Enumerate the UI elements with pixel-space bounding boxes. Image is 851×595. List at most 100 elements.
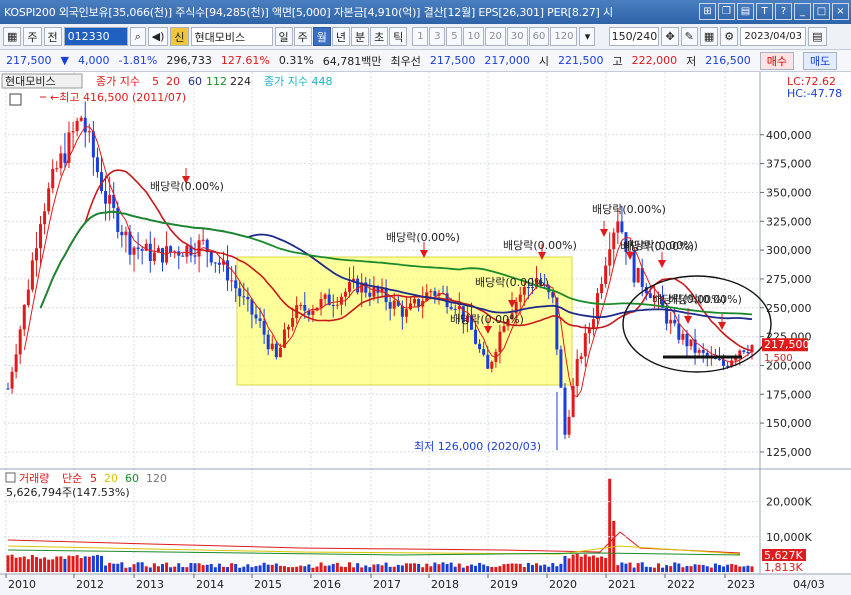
volume-ratio: 127.61% [220,54,270,67]
volume-bar [14,557,18,572]
edit-icon[interactable]: ✎ [680,27,698,46]
period-tab[interactable]: 일 [274,27,293,46]
volume-bar [392,566,396,572]
price-chart[interactable]: 배당락(0.00%) 배당락(0.00%) 배당락(0.00%) 배당락(0.00%)… [0,72,851,595]
period-tab[interactable]: 주 [293,27,312,46]
volume-bar [83,556,87,572]
interval-tab[interactable]: 1 [412,27,429,46]
volume-bar [6,555,10,572]
prev-button[interactable]: 전 [43,27,62,46]
y-tick-label: 125,000 [766,446,812,459]
type-select[interactable]: 주 [23,27,42,46]
candle-body [34,248,38,261]
x-tick-label: 2015 [254,578,282,591]
volume-bar [315,566,319,572]
calendar-icon[interactable]: ▤ [808,27,827,46]
print-icon[interactable]: ▤ [737,3,754,20]
volume-toggle-icon[interactable] [5,472,16,483]
candle-body [474,329,478,344]
candle-body [14,354,18,372]
candle-body [63,153,67,163]
font-icon[interactable]: T [756,3,773,20]
volume-bar [522,567,526,572]
interval-tab[interactable]: 120 [550,27,578,46]
layout-icon[interactable]: ▦ [699,27,719,46]
candle-body [262,320,266,335]
volume-bar [100,555,104,572]
volume-bar [343,566,347,572]
volume-bar [348,562,352,572]
grid-icon[interactable]: ▦ [3,27,22,46]
close-icon[interactable]: × [832,3,849,20]
volume-bar [400,565,404,572]
legend-toggle-icon[interactable] [9,93,22,106]
interval-tab[interactable]: 5 [446,27,463,46]
maximize-icon[interactable]: □ [813,3,830,20]
help-icon[interactable]: ? [775,3,792,20]
candle-body [518,294,522,302]
period-tab[interactable]: 년 [331,27,351,46]
dropdown-icon[interactable]: ▾ [579,27,596,46]
candle-body [287,326,291,330]
minimize-icon[interactable]: _ [794,3,811,20]
link-icon[interactable]: ⊞ [699,3,716,20]
volume-bar [327,565,331,572]
period-tab[interactable]: 월 [312,27,331,46]
copy-icon[interactable]: ❐ [718,3,735,20]
period-tab[interactable]: 틱 [389,27,408,46]
search-icon[interactable]: ⌕ [129,27,146,46]
candle-body [71,131,75,133]
interval-tab[interactable]: 10 [463,27,485,46]
stock-code-input[interactable]: 012330 [63,27,128,46]
period-tab[interactable]: 초 [370,27,389,46]
settings-icon[interactable]: ⚙ [720,27,739,46]
volume-bar [136,562,140,572]
period-tab[interactable]: 분 [351,27,370,46]
volume-bar [26,559,30,572]
volume-bar [717,564,721,572]
volume-bar [75,555,79,572]
candle-body [95,157,99,173]
volume-bar [425,563,429,572]
tool-icon[interactable]: ✥ [661,27,679,46]
candle-body [681,333,685,340]
candle-body [299,304,303,306]
interval-tab[interactable]: 60 [528,27,550,46]
quote-bar: 217,500 ▼ 4,000 -1.81% 296,733 127.61% 0… [0,50,851,72]
candle-body [579,356,583,359]
candle-body [323,294,327,299]
candle-body [226,260,230,281]
interval-tab[interactable]: 30 [506,27,528,46]
candle-body [181,255,185,257]
volume-bar [750,566,754,572]
volume-bar [697,564,701,572]
candle-body [408,303,412,310]
volume-bar [669,566,673,572]
sound-icon[interactable]: ◀) [147,27,169,46]
new-badge[interactable]: 신 [170,27,189,46]
volume-bar [461,567,465,572]
count-field[interactable]: 150/240 [609,27,660,46]
candle-body [596,293,600,320]
candle-body [234,280,238,289]
stock-name-field[interactable]: 현대모비스 [190,27,273,46]
volume-bar [539,565,543,572]
volume-bar [132,564,136,572]
volume-bar [319,562,323,572]
buy-button[interactable]: 매수 [759,51,795,70]
interval-tab[interactable]: 3 [429,27,446,46]
volume-bar [571,554,575,572]
candle-body [604,265,608,284]
date-field[interactable]: 2023/04/03 [740,27,807,46]
volume-bar [112,563,116,572]
sell-button[interactable]: 매도 [803,51,838,70]
candle-body [730,360,734,367]
interval-tab[interactable]: 20 [485,27,506,46]
volume-bar [514,563,518,572]
volume-bar [559,563,563,572]
y-tick-label: 325,000 [766,215,812,228]
volume-bar [209,563,213,572]
volume-bar [518,563,522,572]
volume-ma-120: 120 [146,472,167,485]
volume-bar [620,562,624,572]
